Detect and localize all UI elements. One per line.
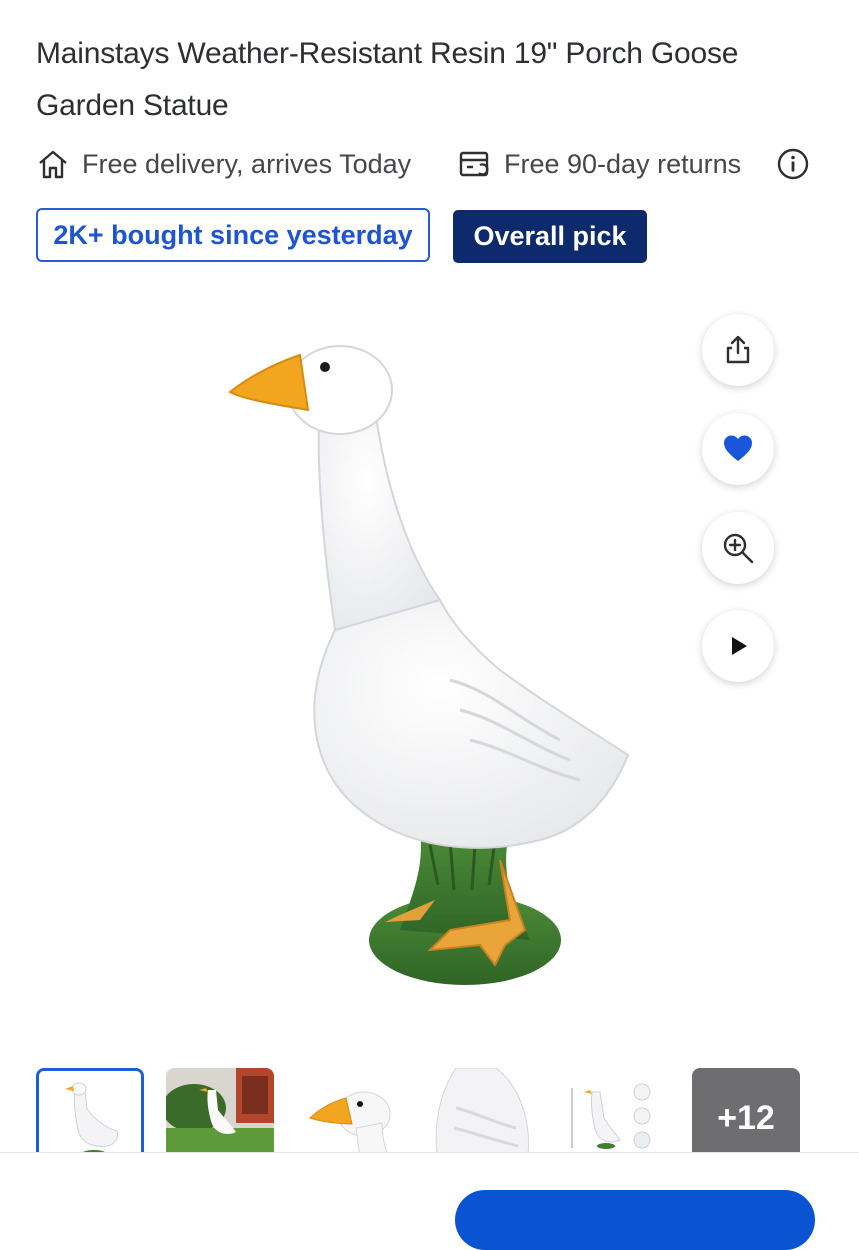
product-image[interactable] — [150, 300, 670, 1020]
fulfillment-info-row: Free delivery, arrives Today Free 90-day… — [36, 142, 826, 186]
goose-head-thumbnail-image — [296, 1068, 404, 1154]
zoom-button[interactable] — [702, 512, 774, 584]
thumbnail-3[interactable] — [296, 1068, 404, 1154]
lawn-photo-thumbnail-image — [166, 1068, 274, 1154]
thumbnail-1[interactable] — [36, 1068, 144, 1154]
more-images-count: +12 — [717, 1098, 775, 1137]
goose-statue-image — [228, 345, 630, 985]
bought-badge: 2K+ bought since yesterday — [36, 208, 430, 262]
delivery-info: Free delivery, arrives Today — [36, 142, 411, 186]
thumbnail-2[interactable] — [166, 1068, 274, 1154]
goose-thumbnail-image — [39, 1071, 141, 1154]
share-icon — [726, 335, 750, 364]
info-icon[interactable] — [776, 147, 810, 181]
play-icon — [732, 637, 747, 655]
heart-icon — [724, 435, 752, 461]
video-button[interactable] — [702, 610, 774, 682]
more-images-thumbnail[interactable]: +12 — [692, 1068, 800, 1154]
share-button[interactable] — [702, 314, 774, 386]
returns-info: Free 90-day returns — [458, 142, 741, 186]
overall-pick-badge: Overall pick — [453, 210, 647, 263]
delivery-text: Free delivery, arrives Today — [82, 148, 412, 179]
thumbnail-4[interactable] — [426, 1068, 534, 1154]
add-to-cart-button[interactable] — [455, 1190, 815, 1250]
return-box-icon — [459, 151, 489, 177]
thumbnail-strip: +12 — [36, 1068, 826, 1154]
dimensions-thumbnail-image — [556, 1068, 664, 1154]
returns-info-button[interactable] — [776, 142, 822, 186]
favorite-button[interactable] — [702, 413, 774, 485]
product-title-line-1: Mainstays Weather-Resistant Resin 19" Po… — [36, 37, 739, 70]
zoom-in-icon — [723, 533, 754, 564]
goose-body-detail-thumbnail-image — [426, 1068, 534, 1154]
product-title-line-2: Garden Statue — [36, 89, 229, 122]
thumbnail-5[interactable] — [556, 1068, 664, 1154]
product-title: Mainstays Weather-Resistant Resin 19" Po… — [36, 28, 826, 132]
returns-text: Free 90-day returns — [504, 148, 742, 179]
house-icon — [39, 150, 67, 179]
